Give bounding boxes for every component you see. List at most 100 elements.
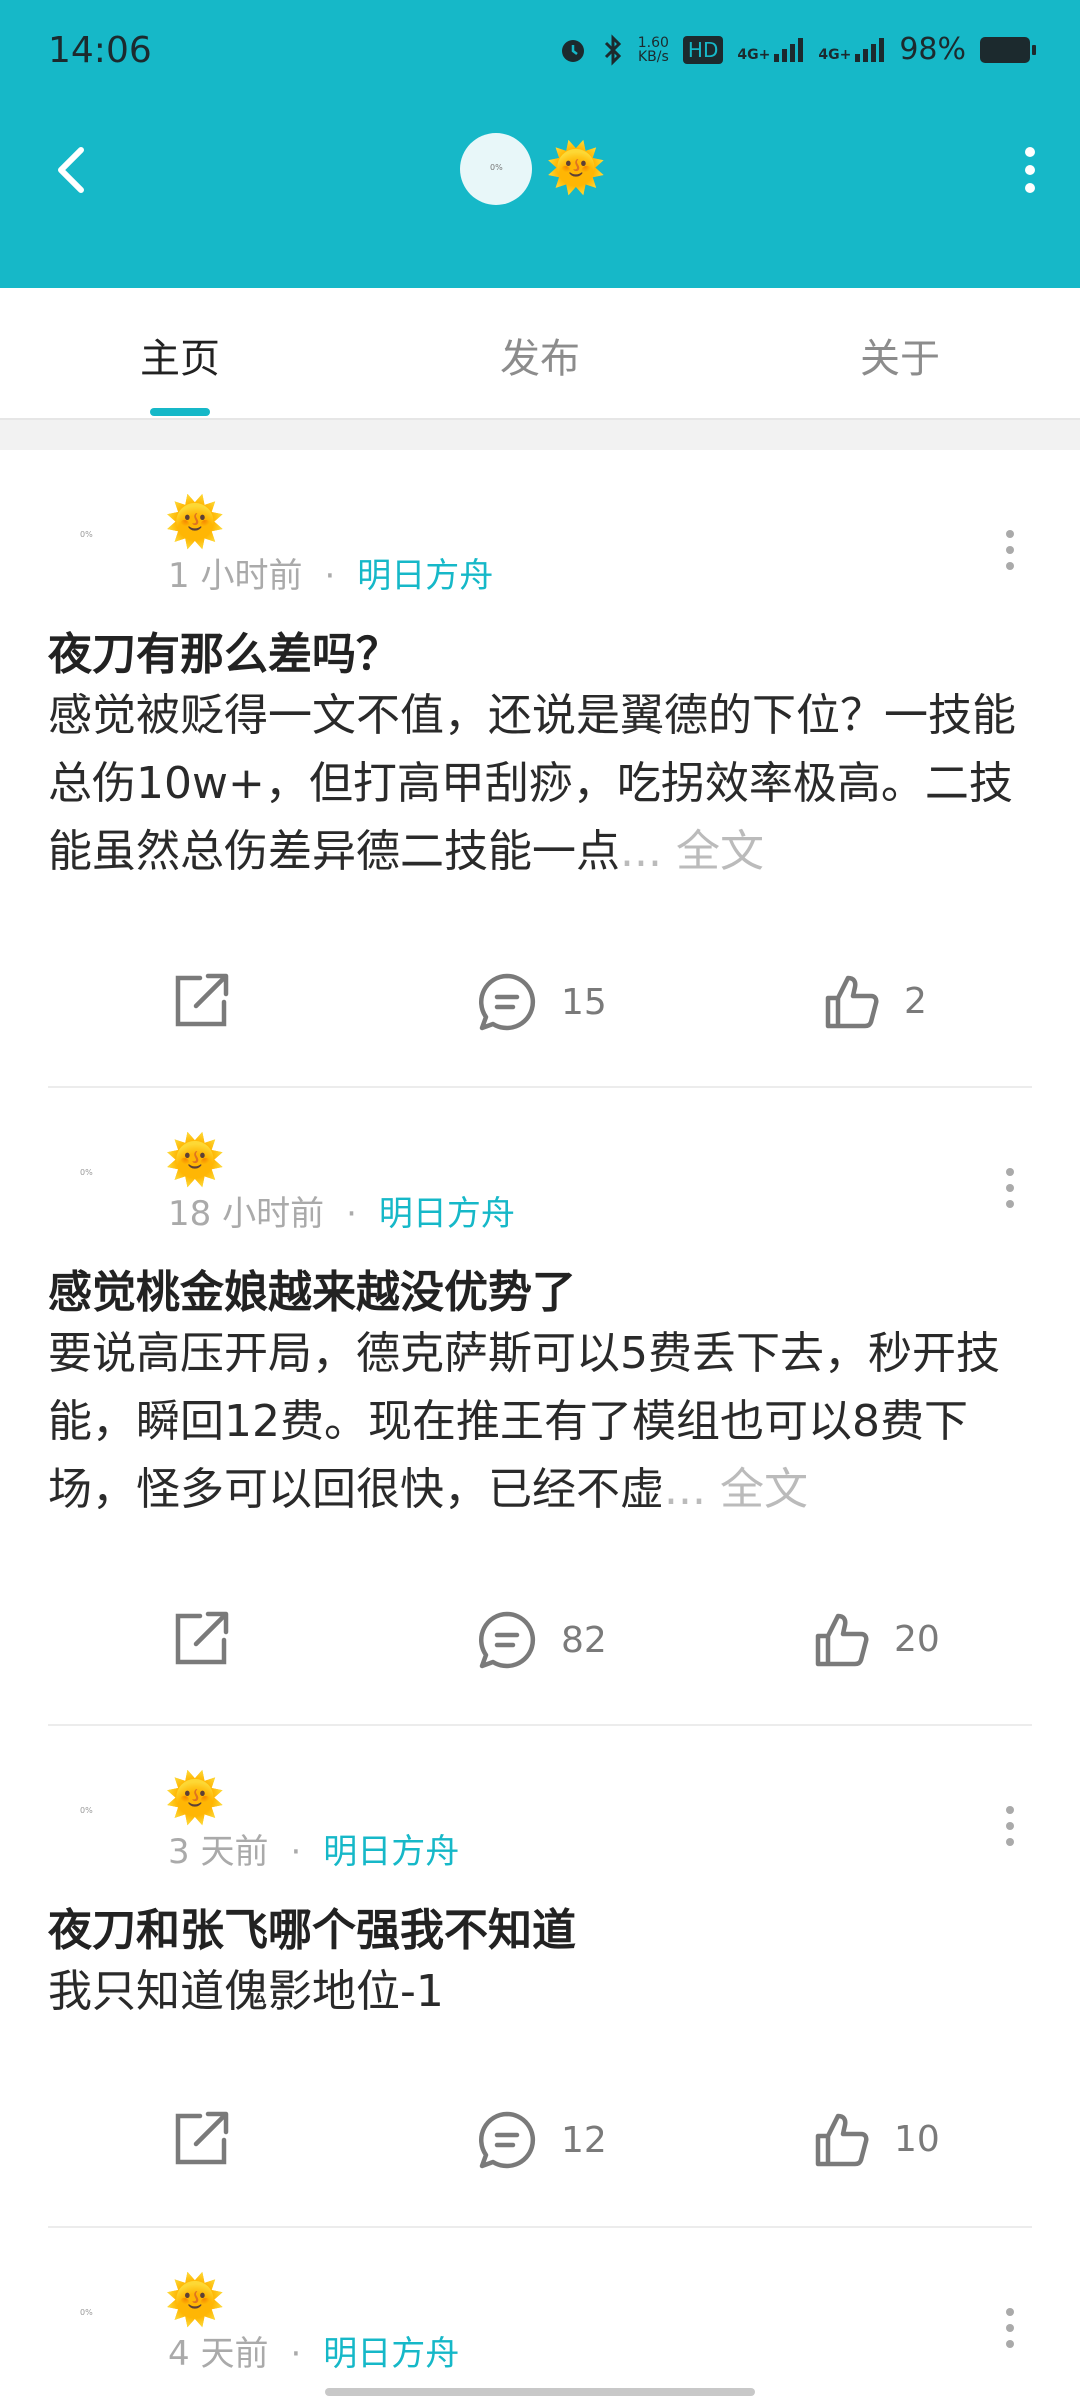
like-button[interactable]: 20: [810, 1608, 940, 1670]
comment-icon: [478, 973, 536, 1031]
signal-4g-1-label: 4G+: [737, 46, 771, 63]
read-more-link[interactable]: ... 全文: [620, 826, 764, 877]
meta-separator: ·: [346, 1194, 357, 1234]
share-button[interactable]: [170, 970, 232, 1032]
comment-count: 15: [561, 981, 607, 1023]
network-speed-value: 1.60: [637, 34, 669, 51]
bluetooth-icon: [604, 33, 621, 66]
post-title[interactable]: 感觉桃金娘越来越没优势了: [48, 1256, 576, 1320]
game-tag[interactable]: 明日方舟: [323, 2334, 459, 2374]
post-meta: 4 天前 · 明日方舟: [168, 2326, 459, 2375]
post-actions: 15 2: [0, 970, 1080, 1050]
post-avatar[interactable]: 0%: [80, 1168, 110, 1198]
post-actions: 82 20: [0, 1608, 1080, 1688]
post-content[interactable]: 感觉被贬得一文不值，还说是翼德的下位？一技能总伤10w+，但打高甲刮痧，吃拐效率…: [48, 682, 1033, 886]
meta-separator: ·: [324, 556, 336, 596]
share-button[interactable]: [170, 1608, 232, 1670]
sun-emoji: 🌞: [165, 494, 225, 550]
signal-bars-icon: [855, 37, 885, 62]
tab-home[interactable]: 主页: [80, 326, 280, 384]
post-actions: 12 10: [0, 2108, 1080, 2188]
post-content-text: 要说高压开局，德克萨斯可以5费丢下去，秒开技能，瞬回12费。现在推王有了模组也可…: [48, 1328, 1000, 1515]
post-content[interactable]: 要说高压开局，德克萨斯可以5费丢下去，秒开技能，瞬回12费。现在推王有了模组也可…: [48, 1320, 1033, 1524]
user-avatar[interactable]: 0%: [460, 133, 532, 205]
avatar-text: 0%: [490, 163, 503, 172]
post-title[interactable]: 夜刀和张飞哪个强我不知道: [48, 1894, 576, 1958]
post-time: 1 小时前: [168, 556, 303, 596]
comment-icon: [478, 2111, 536, 2169]
hd-icon: HD: [682, 35, 724, 64]
tab-active-indicator: [150, 408, 210, 416]
read-more-link[interactable]: ... 全文: [664, 1464, 808, 1515]
section-gap: [0, 420, 1080, 450]
more-vertical-icon[interactable]: [1020, 140, 1040, 200]
post-avatar[interactable]: 0%: [80, 2308, 110, 2338]
post-avatar[interactable]: 0%: [80, 1806, 110, 1836]
comment-count: 82: [561, 1619, 607, 1661]
app-header: 14:06 1.60 KB/s HD 4G+ 4G+ 98% 0% 🌞: [0, 0, 1080, 288]
like-count: 20: [894, 1618, 940, 1660]
comment-count: 12: [561, 2119, 607, 2161]
post-more-icon[interactable]: [1000, 1158, 1020, 1218]
share-icon: [175, 1611, 229, 1665]
tab-about[interactable]: 关于: [800, 326, 1000, 384]
post-avatar[interactable]: 0%: [80, 530, 110, 560]
tab-bar: 主页 发布 关于: [0, 288, 1080, 420]
battery-percent: 98%: [899, 32, 966, 67]
network-speed-unit: KB/s: [637, 48, 669, 65]
comment-icon: [478, 1611, 536, 1669]
post-more-icon[interactable]: [1000, 1796, 1020, 1856]
status-time: 14:06: [48, 30, 152, 71]
post-card[interactable]: 0% 🌞 18 小时前 · 明日方舟 感觉桃金娘越来越没优势了 要说高压开局，德克萨…: [0, 1088, 1080, 1728]
thumbs-up-icon: [815, 2113, 869, 2167]
post-more-icon[interactable]: [1000, 2298, 1020, 2358]
back-arrow-icon[interactable]: [45, 140, 105, 200]
post-card[interactable]: 0% 🌞 1 小时前 · 明日方舟 夜刀有那么差吗？ 感觉被贬得一文不值，还说是翼德…: [0, 450, 1080, 1090]
signal-4g-2: 4G+: [818, 37, 885, 63]
like-count: 2: [904, 980, 927, 1022]
signal-bars-icon: [774, 37, 804, 62]
post-meta: 1 小时前 · 明日方舟: [168, 548, 493, 597]
share-icon: [175, 2111, 229, 2165]
comment-button[interactable]: 15: [475, 970, 607, 1034]
game-tag[interactable]: 明日方舟: [357, 556, 493, 596]
like-button[interactable]: 2: [820, 970, 927, 1032]
gesture-home-bar[interactable]: [325, 2388, 755, 2396]
post-card[interactable]: 0% 🌞 3 天前 · 明日方舟 夜刀和张飞哪个强我不知道 我只知道傀影地位-1 1…: [0, 1726, 1080, 2226]
battery-icon: [980, 36, 1036, 63]
post-time: 18 小时前: [168, 1194, 325, 1234]
post-time: 4 天前: [168, 2334, 269, 2374]
like-count: 10: [894, 2118, 940, 2160]
game-tag[interactable]: 明日方舟: [379, 1194, 515, 1234]
comment-button[interactable]: 12: [475, 2108, 607, 2172]
share-icon: [175, 973, 229, 1027]
alarm-icon: [561, 39, 584, 62]
share-button[interactable]: [170, 2108, 232, 2170]
signal-4g-1: 4G+: [737, 37, 804, 63]
network-speed: 1.60 KB/s: [638, 36, 669, 64]
post-title[interactable]: 夜刀有那么差吗？: [48, 618, 400, 682]
post-content[interactable]: 我只知道傀影地位-1: [48, 1958, 1033, 2026]
post-meta: 18 小时前 · 明日方舟: [168, 1186, 515, 1235]
signal-4g-2-label: 4G+: [818, 46, 852, 63]
like-button[interactable]: 10: [810, 2108, 940, 2170]
status-icons: 1.60 KB/s HD 4G+ 4G+ 98%: [558, 32, 1036, 67]
post-time: 3 天前: [168, 1832, 269, 1872]
post-meta: 3 天前 · 明日方舟: [168, 1824, 459, 1873]
status-bar: 14:06 1.60 KB/s HD 4G+ 4G+ 98%: [0, 0, 1080, 105]
tab-publish[interactable]: 发布: [440, 326, 640, 384]
game-tag[interactable]: 明日方舟: [323, 1832, 459, 1872]
sun-emoji: 🌞: [165, 1132, 225, 1188]
post-card[interactable]: 0% 🌞 4 天前 · 明日方舟: [0, 2228, 1080, 2400]
thumbs-up-icon: [815, 1613, 869, 1667]
sun-emoji: 🌞: [546, 140, 606, 196]
meta-separator: ·: [290, 2334, 302, 2374]
thumbs-up-icon: [825, 975, 879, 1029]
sun-emoji: 🌞: [165, 2272, 225, 2328]
meta-separator: ·: [290, 1832, 302, 1872]
comment-button[interactable]: 82: [475, 1608, 607, 1672]
post-content-text: 我只知道傀影地位-1: [48, 1966, 444, 2017]
sun-emoji: 🌞: [165, 1770, 225, 1826]
post-more-icon[interactable]: [1000, 520, 1020, 580]
post-content-text: 感觉被贬得一文不值，还说是翼德的下位？一技能总伤10w+，但打高甲刮痧，吃拐效率…: [48, 690, 1016, 877]
